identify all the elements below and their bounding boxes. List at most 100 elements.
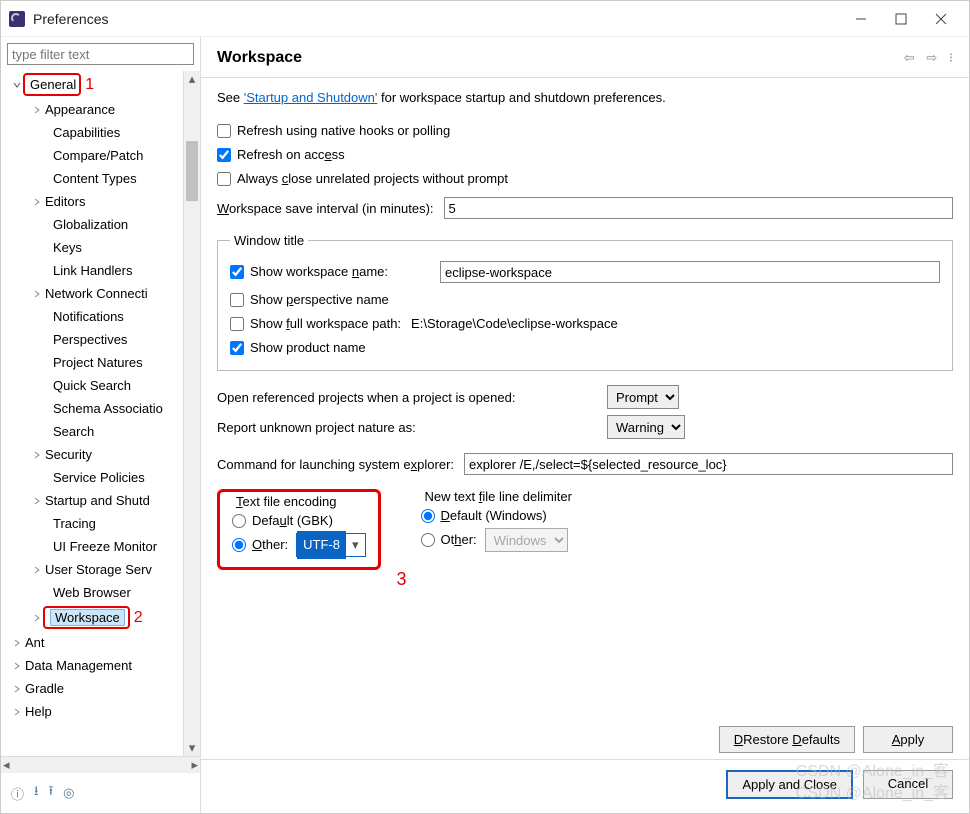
chevron-right-icon <box>11 639 23 647</box>
explorer-input[interactable] <box>464 453 953 475</box>
refresh-native-checkbox[interactable]: Refresh using native hooks or polling <box>217 119 953 143</box>
main-panel: Workspace ⇦ ⇨ ⁝ See 'Startup and Shutdow… <box>201 37 969 813</box>
tree-item-tracing[interactable]: Tracing <box>5 512 183 535</box>
report-nature-select[interactable]: Warning <box>607 415 685 439</box>
encoding-legend: Text file encoding <box>232 494 340 509</box>
tree-item-keys[interactable]: Keys <box>5 236 183 259</box>
filter-input[interactable] <box>7 43 194 65</box>
open-ref-select[interactable]: Prompt <box>607 385 679 409</box>
back-icon[interactable]: ⇦ <box>904 50 915 65</box>
show-perspective-checkbox[interactable]: Show perspective name <box>230 288 940 312</box>
tree-item-help[interactable]: Help <box>5 700 183 723</box>
encoding-other-radio[interactable]: Other: <box>232 533 288 557</box>
page-title: Workspace <box>217 49 896 67</box>
chevron-right-icon <box>11 685 23 693</box>
tree-item-startup[interactable]: Startup and Shutd <box>5 489 183 512</box>
delimiter-other-radio[interactable]: Other: <box>421 528 477 552</box>
import-icon[interactable]: ⭳ <box>34 782 39 804</box>
tree-item-web-browser[interactable]: Web Browser <box>5 581 183 604</box>
scroll-thumb[interactable] <box>186 141 198 201</box>
chevron-right-icon <box>31 614 43 622</box>
tree-item-general[interactable]: General 1 <box>5 71 183 98</box>
cancel-button[interactable]: Cancel <box>863 770 953 799</box>
delimiter-other-select[interactable]: Windows <box>485 528 568 552</box>
save-interval-input[interactable] <box>444 197 953 219</box>
page-header: Workspace ⇦ ⇨ ⁝ <box>201 37 969 78</box>
window-title: Preferences <box>33 11 841 27</box>
encoding-group: Text file encoding Default (GBK) Other: … <box>228 494 370 559</box>
annotation-1: 1 <box>85 75 94 94</box>
sidebar: General 1 Appearance Capabilities Compar… <box>1 37 201 813</box>
tree-item-gradle[interactable]: Gradle <box>5 677 183 700</box>
ws-name-input[interactable] <box>440 261 940 283</box>
encoding-other-select[interactable]: UTF-8▾ <box>296 533 365 557</box>
tree-item-security[interactable]: Security <box>5 443 183 466</box>
chevron-down-icon: ▾ <box>346 533 365 557</box>
tree-item-globalization[interactable]: Globalization <box>5 213 183 236</box>
scroll-up-icon[interactable]: ▴ <box>184 71 200 87</box>
preference-tree[interactable]: General 1 Appearance Capabilities Compar… <box>1 71 183 756</box>
tree-item-network[interactable]: Network Connecti <box>5 282 183 305</box>
menu-icon[interactable]: ⁝ <box>949 50 953 65</box>
apply-and-close-button[interactable]: Apply and Close <box>726 770 853 799</box>
tree-item-editors[interactable]: Editors <box>5 190 183 213</box>
titlebar: Preferences <box>1 1 969 37</box>
tree-item-link-handlers[interactable]: Link Handlers <box>5 259 183 282</box>
chevron-right-icon <box>31 106 43 114</box>
chevron-right-icon <box>31 290 43 298</box>
close-button[interactable] <box>921 4 961 34</box>
tree-item-workspace[interactable]: Workspace 2 <box>5 604 183 631</box>
see-also-text: See 'Startup and Shutdown' for workspace… <box>217 90 953 105</box>
help-icon[interactable]: ⓘ <box>11 784 24 803</box>
show-product-checkbox[interactable]: Show product name <box>230 336 940 360</box>
tree-item-compare-patch[interactable]: Compare/Patch <box>5 144 183 167</box>
chevron-down-icon <box>11 81 23 89</box>
chevron-right-icon <box>31 198 43 206</box>
window-title-group: Window title Show workspace name: Show p… <box>217 233 953 371</box>
tree-item-quick-search[interactable]: Quick Search <box>5 374 183 397</box>
tree-item-search[interactable]: Search <box>5 420 183 443</box>
tree-item-user-storage[interactable]: User Storage Serv <box>5 558 183 581</box>
restore-defaults-button[interactable]: DRestore DefaultsRestore Defaults <box>719 726 855 753</box>
delimiter-legend: New text file line delimiter <box>421 489 576 504</box>
close-unrelated-checkbox[interactable]: Always close unrelated projects without … <box>217 167 953 191</box>
delimiter-default-radio[interactable]: Default (Windows) <box>421 504 576 528</box>
tree-item-capabilities[interactable]: Capabilities <box>5 121 183 144</box>
maximize-button[interactable] <box>881 4 921 34</box>
annotation-3: 3 <box>397 569 407 590</box>
chevron-right-icon <box>31 451 43 459</box>
tree-scrollbar[interactable]: ▴ ▾ <box>183 71 200 756</box>
chevron-right-icon <box>31 566 43 574</box>
chevron-right-icon <box>11 662 23 670</box>
scroll-down-icon[interactable]: ▾ <box>184 740 200 756</box>
tree-item-service-policies[interactable]: Service Policies <box>5 466 183 489</box>
tree-item-ant[interactable]: Ant <box>5 631 183 654</box>
tree-item-perspectives[interactable]: Perspectives <box>5 328 183 351</box>
tree-item-appearance[interactable]: Appearance <box>5 98 183 121</box>
forward-icon[interactable]: ⇨ <box>926 50 937 65</box>
export-icon[interactable]: ⭱ <box>49 782 54 804</box>
explorer-label: Command for launching system explorer: <box>217 457 454 472</box>
settings-icon[interactable]: ◎ <box>63 785 74 801</box>
tree-hscrollbar[interactable]: ◂▸ <box>1 756 200 773</box>
tree-item-notifications[interactable]: Notifications <box>5 305 183 328</box>
chevron-right-icon <box>31 497 43 505</box>
tree-item-content-types[interactable]: Content Types <box>5 167 183 190</box>
app-icon <box>9 11 25 27</box>
tree-item-project-natures[interactable]: Project Natures <box>5 351 183 374</box>
sidebar-footer: ⓘ ⭳ ⭱ ◎ <box>1 773 200 813</box>
minimize-button[interactable] <box>841 4 881 34</box>
open-ref-label: Open referenced projects when a project … <box>217 390 597 405</box>
window-title-legend: Window title <box>230 233 308 248</box>
show-full-path-checkbox[interactable]: Show full workspace path: <box>230 312 401 336</box>
startup-shutdown-link[interactable]: 'Startup and Shutdown' <box>244 90 378 105</box>
tree-item-data-mgmt[interactable]: Data Management <box>5 654 183 677</box>
refresh-access-checkbox[interactable]: Refresh on access <box>217 143 953 167</box>
apply-button[interactable]: Apply <box>863 726 953 753</box>
tree-item-ui-freeze[interactable]: UI Freeze Monitor <box>5 535 183 558</box>
tree-item-schema-assoc[interactable]: Schema Associatio <box>5 397 183 420</box>
show-ws-name-checkbox[interactable]: Show workspace name: <box>230 260 430 284</box>
encoding-default-radio[interactable]: Default (GBK) <box>232 509 366 533</box>
annotation-2: 2 <box>134 608 143 627</box>
report-nature-label: Report unknown project nature as: <box>217 420 597 435</box>
